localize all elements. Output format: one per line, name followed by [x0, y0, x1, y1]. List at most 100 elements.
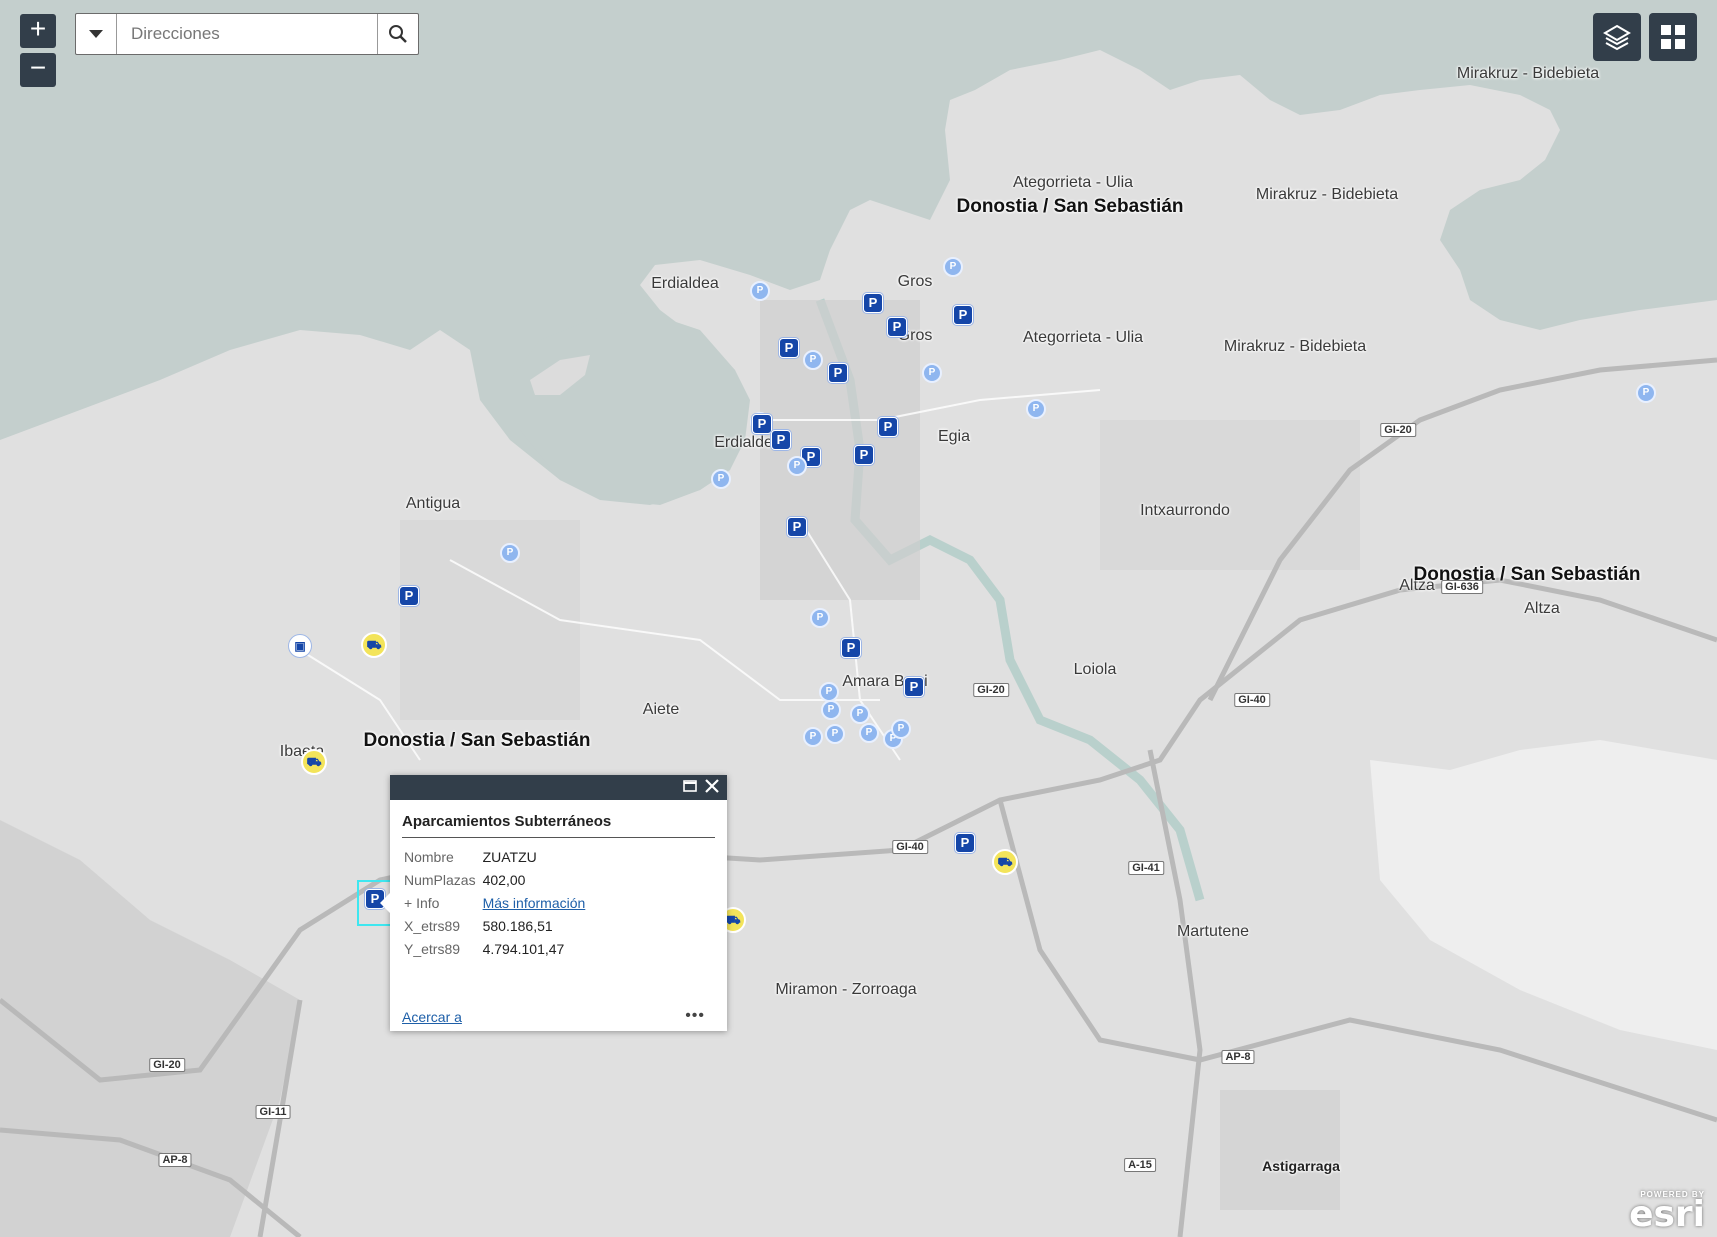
place-label: Miramon - Zorroaga	[775, 981, 917, 998]
feature-popup: Aparcamientos Subterráneos Nombre ZUATZU N…	[380, 775, 727, 1031]
attribute-row: + Info Más información	[402, 892, 590, 915]
popup-title: Aparcamientos Subterráneos	[402, 813, 715, 838]
parking-marker-light[interactable]: P	[787, 456, 807, 476]
attribute-row: Nombre ZUATZU	[402, 846, 590, 869]
place-label: Donostia / San Sebastián	[363, 730, 591, 751]
parking-marker-light[interactable]: P	[819, 682, 839, 702]
place-label: Loiola	[1073, 661, 1117, 678]
zoom-out-button[interactable]: −	[20, 53, 56, 87]
popup-header	[390, 775, 727, 800]
parking-marker-light[interactable]: P	[1636, 383, 1656, 403]
place-label: Ategorrieta - Ulia	[1012, 174, 1134, 191]
road-shield: AP-8	[1221, 1050, 1255, 1064]
attribute-value: 580.186,51	[482, 918, 553, 934]
parking-marker-light[interactable]: P	[711, 469, 731, 489]
zoom-to-link[interactable]: Acercar a	[402, 1009, 462, 1025]
parking-marker[interactable]: P	[863, 293, 883, 313]
road-shield: A-15	[1124, 1158, 1156, 1172]
attribute-value: 4.794.101,47	[482, 941, 565, 957]
more-info-link[interactable]: Más información	[483, 895, 586, 911]
maximize-button[interactable]	[683, 779, 701, 797]
attribute-key: Y_etrs89	[404, 941, 461, 957]
bus-icon[interactable]: ▣	[289, 635, 311, 657]
road-shield: GI-20	[973, 683, 1009, 697]
more-actions-button[interactable]: •••	[685, 1007, 705, 1025]
attribute-key: Nombre	[404, 849, 454, 865]
parking-marker[interactable]: P	[955, 833, 975, 853]
place-label: Donostia / San Sebastián	[956, 196, 1184, 217]
parking-marker-light[interactable]: P	[859, 723, 879, 743]
place-label: Egia	[937, 428, 971, 445]
parking-marker[interactable]: P	[953, 305, 973, 325]
place-label: Antigua	[405, 495, 461, 512]
zoom-in-button[interactable]: +	[20, 14, 56, 48]
place-label: Ategorrieta - Ulia	[1022, 329, 1144, 346]
parking-marker[interactable]: P	[904, 677, 924, 697]
parking-marker-light[interactable]: P	[750, 281, 770, 301]
parking-marker[interactable]: P	[887, 317, 907, 337]
parking-marker[interactable]: P	[787, 517, 807, 537]
search-source-dropdown[interactable]	[76, 14, 117, 54]
road-shield: GI-20	[149, 1058, 185, 1072]
parking-marker-light[interactable]: P	[1026, 399, 1046, 419]
basemap-gallery-button[interactable]	[1649, 13, 1697, 61]
parking-marker[interactable]: P	[841, 638, 861, 658]
road-shield: AP-8	[158, 1153, 192, 1167]
attribute-table: Nombre ZUATZU NumPlazas 402,00 + Info Más inf…	[402, 846, 590, 961]
place-label: Erdialdea	[651, 275, 719, 292]
urban-block	[1100, 420, 1360, 570]
urban-block	[400, 520, 580, 720]
place-label: Altza	[1524, 600, 1560, 617]
attribute-key: X_etrs89	[404, 918, 461, 934]
road-shield: GI-41	[1128, 861, 1164, 875]
place-label: Intxaurrondo	[1140, 502, 1230, 519]
parking-marker-light[interactable]: P	[825, 724, 845, 744]
search-button[interactable]	[377, 14, 418, 54]
place-label: Astigarraga	[1262, 1158, 1340, 1174]
grid-icon	[1661, 25, 1685, 49]
parking-marker-light[interactable]: P	[803, 350, 823, 370]
attribute-key: + Info	[404, 895, 440, 911]
close-button[interactable]	[705, 779, 723, 797]
parking-marker-light[interactable]: P	[850, 704, 870, 724]
car-park-icon[interactable]: ⛟	[992, 849, 1018, 875]
basemap[interactable]	[0, 0, 1717, 1237]
attribute-row: X_etrs89 580.186,51	[402, 915, 590, 938]
attribute-value: Más información	[481, 892, 591, 915]
road-shield: GI-11	[255, 1105, 291, 1119]
car-park-icon[interactable]: ⛟	[301, 749, 327, 775]
parking-marker-light[interactable]: P	[821, 700, 841, 720]
place-label: Mirakruz - Bidebieta	[1255, 186, 1399, 203]
attribute-row: Y_etrs89 4.794.101,47	[402, 938, 590, 961]
parking-marker[interactable]: P	[771, 430, 791, 450]
place-label: Martutene	[1176, 923, 1250, 940]
parking-marker[interactable]: P	[828, 363, 848, 383]
parking-marker[interactable]: P	[878, 417, 898, 437]
layer-list-button[interactable]	[1593, 13, 1641, 61]
parking-marker-light[interactable]: P	[500, 543, 520, 563]
parking-marker[interactable]: P	[752, 414, 772, 434]
layers-icon	[1603, 24, 1631, 51]
urban-block	[1220, 1090, 1340, 1210]
parking-marker-light[interactable]: P	[891, 719, 911, 739]
place-label: Gros	[897, 273, 933, 290]
close-icon	[705, 779, 719, 793]
popup-pointer	[380, 893, 390, 913]
attribute-key: NumPlazas	[404, 872, 476, 888]
road-shield: GI-20	[1380, 423, 1416, 437]
parking-marker[interactable]: P	[854, 445, 874, 465]
place-label: Mirakruz - Bidebieta	[1456, 65, 1600, 82]
parking-marker[interactable]: P	[399, 586, 419, 606]
parking-marker-light[interactable]: P	[810, 608, 830, 628]
road-shield: GI-40	[1234, 693, 1270, 707]
attribute-value: ZUATZU	[482, 849, 537, 865]
parking-marker-light[interactable]: P	[943, 257, 963, 277]
car-park-icon[interactable]: ⛟	[361, 632, 387, 658]
parking-marker-light[interactable]: P	[922, 363, 942, 383]
parking-marker[interactable]: P	[779, 338, 799, 358]
attribute-row: NumPlazas 402,00	[402, 869, 590, 892]
parking-marker-light[interactable]: P	[803, 727, 823, 747]
road-shield: GI-636	[1441, 580, 1483, 594]
search-icon	[389, 25, 407, 43]
search-input[interactable]	[117, 14, 377, 54]
